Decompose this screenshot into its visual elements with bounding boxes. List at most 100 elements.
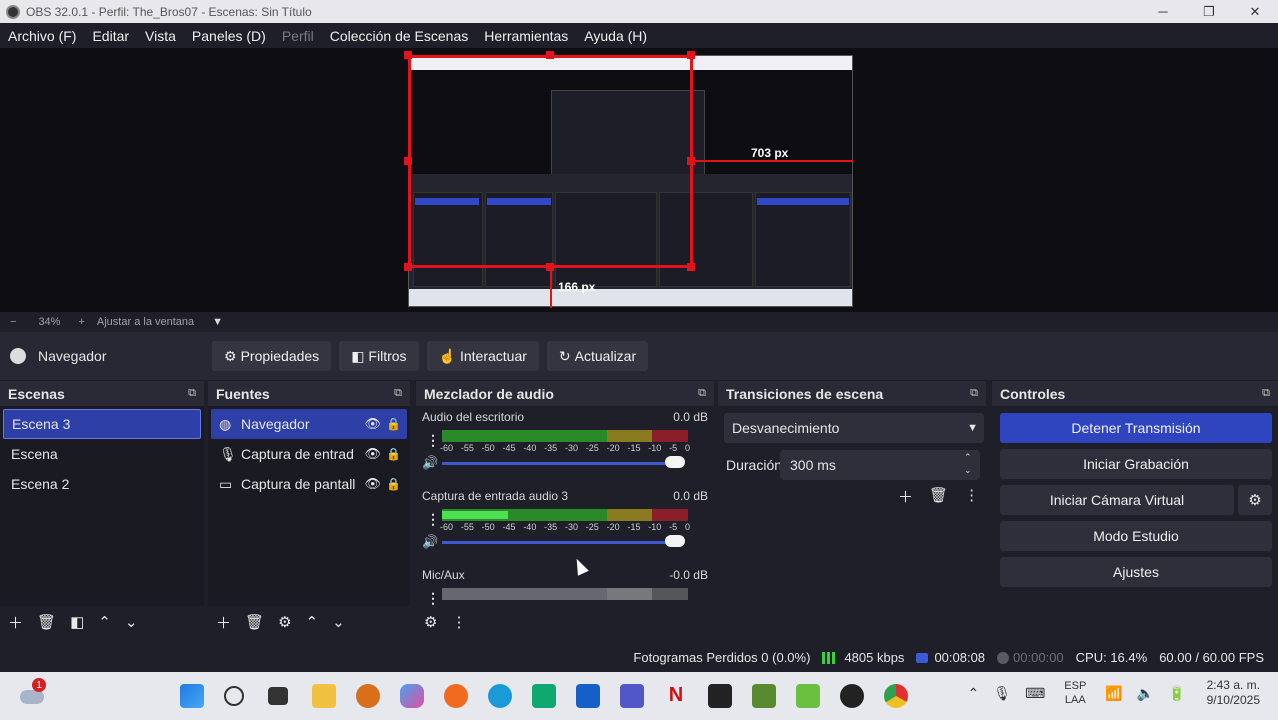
- speaker-icon[interactable]: 🔊: [422, 455, 438, 471]
- stop-stream-button[interactable]: Detener Transmisión: [1000, 413, 1272, 443]
- wifi-icon[interactable]: 📶: [1105, 685, 1122, 702]
- undock-icon[interactable]: ⧉: [188, 387, 196, 400]
- volume-slider-handle[interactable]: [665, 456, 685, 468]
- trash-icon[interactable]: 🗑: [245, 613, 264, 631]
- resize-handle[interactable]: [687, 263, 695, 271]
- netflix-icon[interactable]: N: [664, 684, 688, 708]
- mixer-settings-icon[interactable]: ⚙: [424, 613, 437, 631]
- resize-handle[interactable]: [404, 51, 412, 59]
- selection-box[interactable]: [408, 55, 693, 268]
- undock-icon[interactable]: ⧉: [698, 387, 706, 400]
- menu-perfil[interactable]: Perfil: [274, 28, 322, 44]
- lock-icon[interactable]: 🔒: [386, 477, 401, 491]
- scene-item[interactable]: Escena 3: [3, 409, 201, 439]
- weather-widget[interactable]: 1: [18, 678, 46, 708]
- battery-icon[interactable]: 🔋: [1168, 685, 1185, 702]
- menu-paneles[interactable]: Paneles (D): [184, 28, 274, 44]
- app-icon[interactable]: [532, 684, 556, 708]
- eye-icon[interactable]: 👁: [364, 476, 381, 492]
- microphone-icon[interactable]: 🎙: [993, 685, 1011, 702]
- undock-icon[interactable]: ⧉: [970, 387, 978, 400]
- kebab-menu-icon[interactable]: ⋮: [426, 511, 440, 528]
- virtual-camera-settings-button[interactable]: ⚙: [1238, 485, 1272, 515]
- keyboard-icon[interactable]: ⌨: [1025, 685, 1045, 702]
- interact-button[interactable]: ☝ Interactuar: [426, 341, 539, 371]
- undock-icon[interactable]: ⧉: [1262, 387, 1270, 400]
- properties-button[interactable]: ⚙ Propiedades: [212, 341, 332, 371]
- add-icon[interactable]: ＋: [898, 486, 913, 507]
- clock[interactable]: 2:43 a. m. 9/10/2025: [1207, 678, 1260, 708]
- minecraft-launcher-icon[interactable]: [796, 684, 820, 708]
- terminal-icon[interactable]: [708, 684, 732, 708]
- filters-button[interactable]: ◧ Filtros: [339, 341, 419, 371]
- chevron-down-icon[interactable]: ⌄: [125, 613, 138, 631]
- chevron-up-icon[interactable]: ⌃: [968, 685, 980, 702]
- firefox-icon[interactable]: [444, 684, 468, 708]
- duration-input[interactable]: 300 ms: [780, 450, 980, 480]
- resize-handle[interactable]: [404, 157, 412, 165]
- refresh-button[interactable]: ↻ Actualizar: [546, 341, 649, 371]
- eye-icon[interactable]: 👁: [364, 416, 381, 432]
- source-item[interactable]: ◍ Navegador 👁 🔒: [211, 409, 407, 439]
- kebab-menu-icon[interactable]: ⋮: [426, 432, 440, 449]
- kebab-menu-icon[interactable]: ⋮: [426, 590, 440, 606]
- resize-handle[interactable]: [404, 263, 412, 271]
- trash-icon[interactable]: 🗑: [37, 613, 56, 631]
- chevron-up-icon[interactable]: ⌃: [306, 613, 319, 631]
- settings-button[interactable]: Ajustes: [1000, 557, 1272, 587]
- start-recording-button[interactable]: Iniciar Grabación: [1000, 449, 1272, 479]
- obs-icon[interactable]: [840, 684, 864, 708]
- chevron-up-icon[interactable]: ⌃: [964, 451, 972, 464]
- chevron-down-icon[interactable]: ⌄: [964, 464, 972, 477]
- copilot-icon[interactable]: [400, 684, 424, 708]
- lock-icon[interactable]: 🔒: [386, 417, 401, 431]
- trash-icon[interactable]: 🗑: [929, 486, 948, 507]
- volume-slider-handle[interactable]: [665, 535, 685, 547]
- eye-icon[interactable]: 👁: [364, 446, 381, 462]
- duration-spinner[interactable]: ⌃ ⌄: [964, 451, 972, 477]
- menu-coleccion-escenas[interactable]: Colección de Escenas: [322, 28, 477, 44]
- chevron-down-icon[interactable]: ⌄: [332, 613, 345, 631]
- search-icon[interactable]: [224, 686, 244, 706]
- menu-archivo[interactable]: Archivo (F): [0, 28, 84, 44]
- kebab-menu-icon[interactable]: ⋮: [451, 613, 466, 631]
- scene-item[interactable]: Escena 2: [3, 469, 201, 499]
- teams-icon[interactable]: [620, 684, 644, 708]
- edge-icon[interactable]: [488, 684, 512, 708]
- undock-icon[interactable]: ⧉: [394, 387, 402, 400]
- source-item[interactable]: ▭ Captura de pantall 👁 🔒: [211, 469, 407, 499]
- maximize-button[interactable]: ❐: [1186, 0, 1232, 23]
- filter-icon[interactable]: ◧: [70, 613, 84, 631]
- volume-icon[interactable]: 🔈: [1137, 685, 1154, 702]
- file-explorer-icon[interactable]: [312, 684, 336, 708]
- studio-mode-button[interactable]: Modo Estudio: [1000, 521, 1272, 551]
- preview-area[interactable]: 703 px 166 px: [0, 48, 1278, 312]
- scene-item[interactable]: Escena: [3, 439, 201, 469]
- speaker-icon[interactable]: 🔊: [422, 534, 438, 550]
- volume-slider[interactable]: [442, 462, 682, 465]
- task-view-icon[interactable]: [268, 687, 288, 705]
- minimize-button[interactable]: ─: [1140, 0, 1186, 23]
- defender-icon[interactable]: [576, 684, 600, 708]
- zoom-dropdown-icon[interactable]: ▼: [212, 316, 223, 328]
- menu-herramientas[interactable]: Herramientas: [476, 28, 576, 44]
- volume-slider[interactable]: [442, 541, 682, 544]
- menu-ayuda[interactable]: Ayuda (H): [576, 28, 655, 44]
- menu-editar[interactable]: Editar: [84, 28, 137, 44]
- minecraft-icon[interactable]: [752, 684, 776, 708]
- fit-to-window-label[interactable]: Ajustar a la ventana: [97, 316, 194, 328]
- chevron-up-icon[interactable]: ⌃: [98, 613, 111, 631]
- lock-icon[interactable]: 🔒: [386, 447, 401, 461]
- zoom-out-button[interactable]: −: [10, 316, 16, 328]
- kebab-menu-icon[interactable]: ⋮: [964, 486, 979, 507]
- chrome-icon[interactable]: [884, 684, 908, 708]
- transition-select[interactable]: Desvanecimiento ▼: [724, 413, 984, 443]
- start-virtual-camera-button[interactable]: Iniciar Cámara Virtual: [1000, 485, 1234, 515]
- zoom-in-button[interactable]: +: [78, 316, 84, 328]
- resize-handle[interactable]: [546, 51, 554, 59]
- add-icon[interactable]: ＋: [216, 612, 231, 633]
- resize-handle[interactable]: [687, 51, 695, 59]
- source-item[interactable]: 🎙 Captura de entrad 👁 🔒: [211, 439, 407, 469]
- start-icon[interactable]: [180, 684, 204, 708]
- add-icon[interactable]: ＋: [8, 612, 23, 633]
